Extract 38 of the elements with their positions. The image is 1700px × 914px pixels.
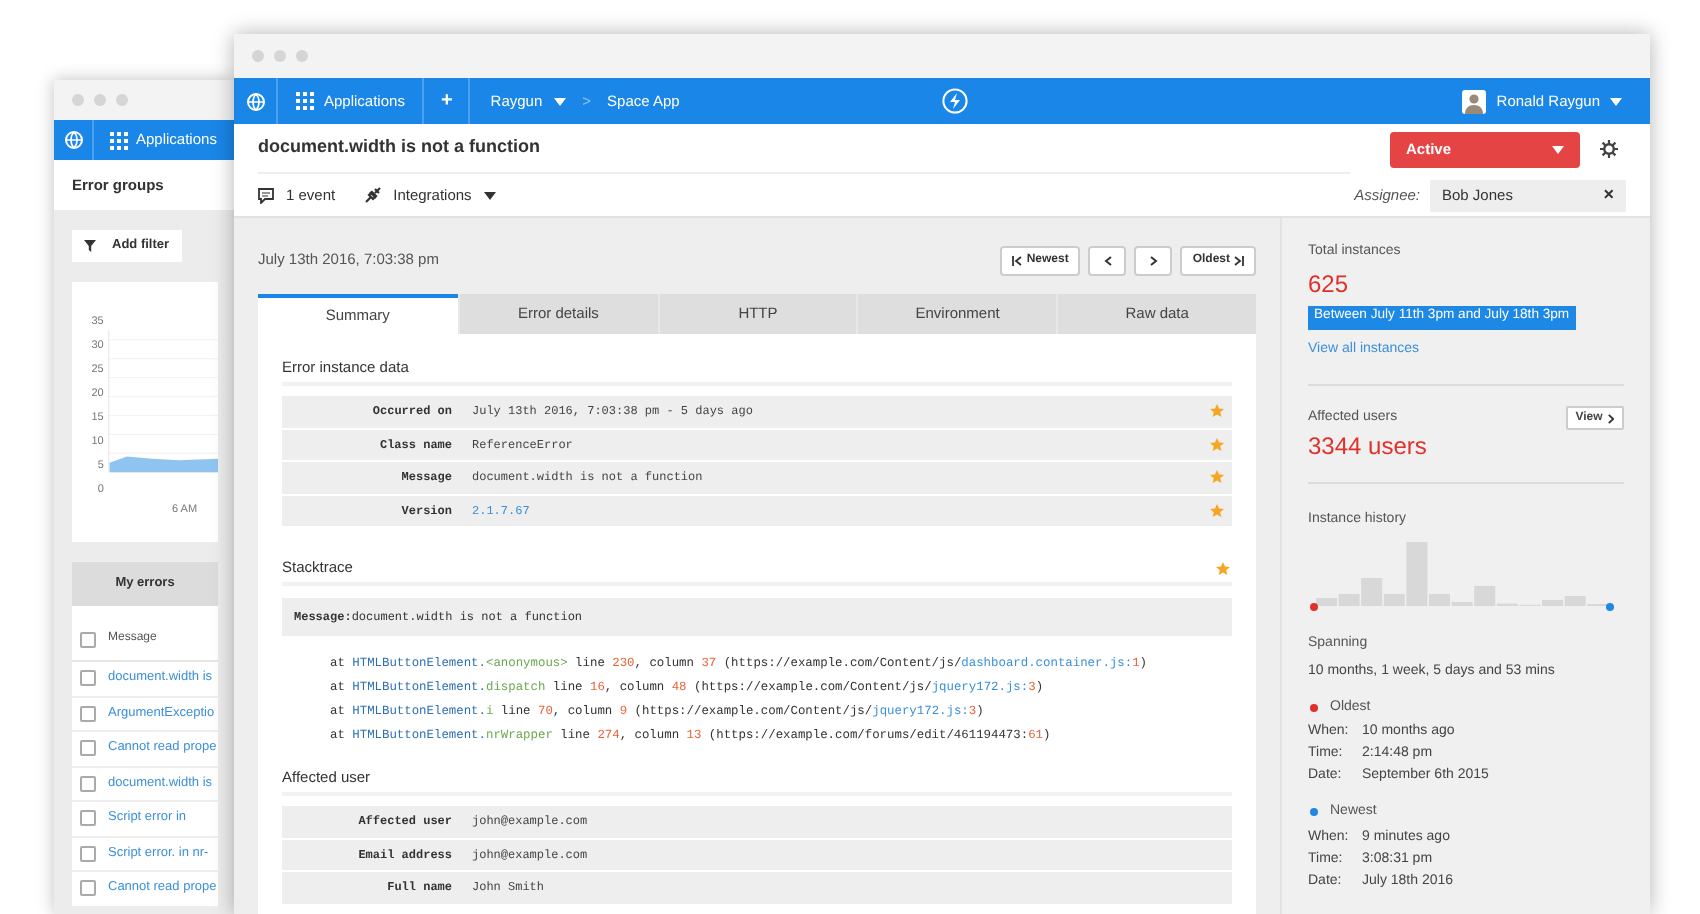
checkbox[interactable] [80,631,96,647]
settings-icon [1600,140,1618,158]
filter-icon [84,240,96,252]
star-icon [1216,561,1230,575]
error-title: document.width is not a function [258,134,540,161]
star-icon [1210,404,1224,419]
checkbox[interactable] [80,775,96,792]
checkbox[interactable] [80,670,96,687]
caret-icon [483,191,496,199]
grid-icon [110,131,128,149]
chevron-left-icon [1103,255,1112,265]
grid-icon [296,92,314,110]
bolt-icon [942,88,968,114]
caret-icon [1610,97,1622,105]
next-button[interactable] [1134,245,1173,275]
first-page-icon [1012,255,1023,265]
globe-icon [245,91,265,111]
clear-button[interactable]: × [1603,186,1614,204]
previous-button[interactable] [1088,245,1127,275]
plug-icon [363,186,382,204]
caret-icon [1552,145,1564,153]
avatar-icon [1462,89,1487,113]
checkbox[interactable] [80,740,96,757]
star-icon [1210,437,1224,452]
checkbox[interactable] [80,845,96,862]
star-icon [1210,503,1224,518]
chevron-right-icon [1149,255,1158,265]
checkbox[interactable] [80,810,96,827]
caret-icon [554,97,567,105]
last-page-icon [1234,255,1244,265]
instance-count: 625 [1308,267,1349,299]
checkbox[interactable] [80,705,96,722]
affected-user-count: 3344 users [1308,430,1429,462]
chevron-right-icon [1608,413,1615,423]
globe-icon [63,130,83,150]
star-icon [1210,470,1224,485]
comment-icon [258,187,274,203]
checkbox[interactable] [80,880,96,897]
